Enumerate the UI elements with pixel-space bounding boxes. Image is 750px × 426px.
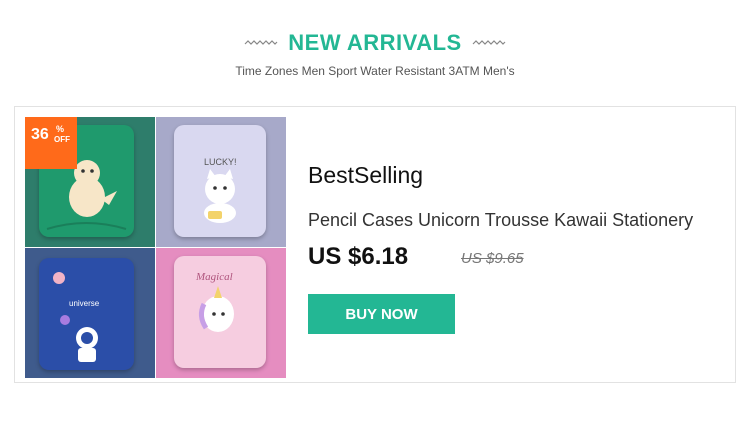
pencil-case: universe [39,258,134,370]
universe-text: universe [69,299,100,308]
section-subtitle: Time Zones Men Sport Water Resistant 3AT… [235,64,515,78]
title-row: NEW ARRIVALS [0,30,750,56]
product-photo-lavender-cat-case: LUCKY! [156,117,286,247]
section-title: NEW ARRIVALS [288,30,462,55]
product-image[interactable]: LUCKY! universe Magical 36 % OFF [25,117,286,378]
magical-text: Magical [195,271,233,283]
pencil-case: LUCKY! [174,125,266,237]
astronaut-icon: universe [53,272,100,362]
wave-decoration-right-icon [472,40,506,45]
product-photo-blue-astronaut-case: universe [25,248,155,378]
product-card[interactable]: LUCKY! universe Magical 36 % OFF BestSel… [14,106,736,383]
product-brand: BestSelling [308,162,424,188]
discount-percent: 36 [31,126,49,143]
discount-badge: 36 % OFF [25,117,77,169]
discount-percent-sign: % [56,124,65,134]
product-original-price: US $9.65 [461,250,524,267]
discount-off-label: OFF [54,135,70,144]
buy-now-button[interactable]: BUY NOW [308,294,455,334]
unicorn-icon: Magical [195,271,234,332]
wave-decoration-left-icon [244,40,278,45]
pencil-case: Magical [174,256,266,368]
product-photo-pink-unicorn-case: Magical [156,248,286,378]
section-header: NEW ARRIVALS Time Zones Men Sport Water … [0,30,750,78]
lucky-text: LUCKY! [204,157,237,167]
product-name[interactable]: Pencil Cases Unicorn Trousse Kawaii Stat… [308,210,693,231]
cat-icon: LUCKY! [204,157,237,223]
product-price: US $6.18 [308,243,409,270]
